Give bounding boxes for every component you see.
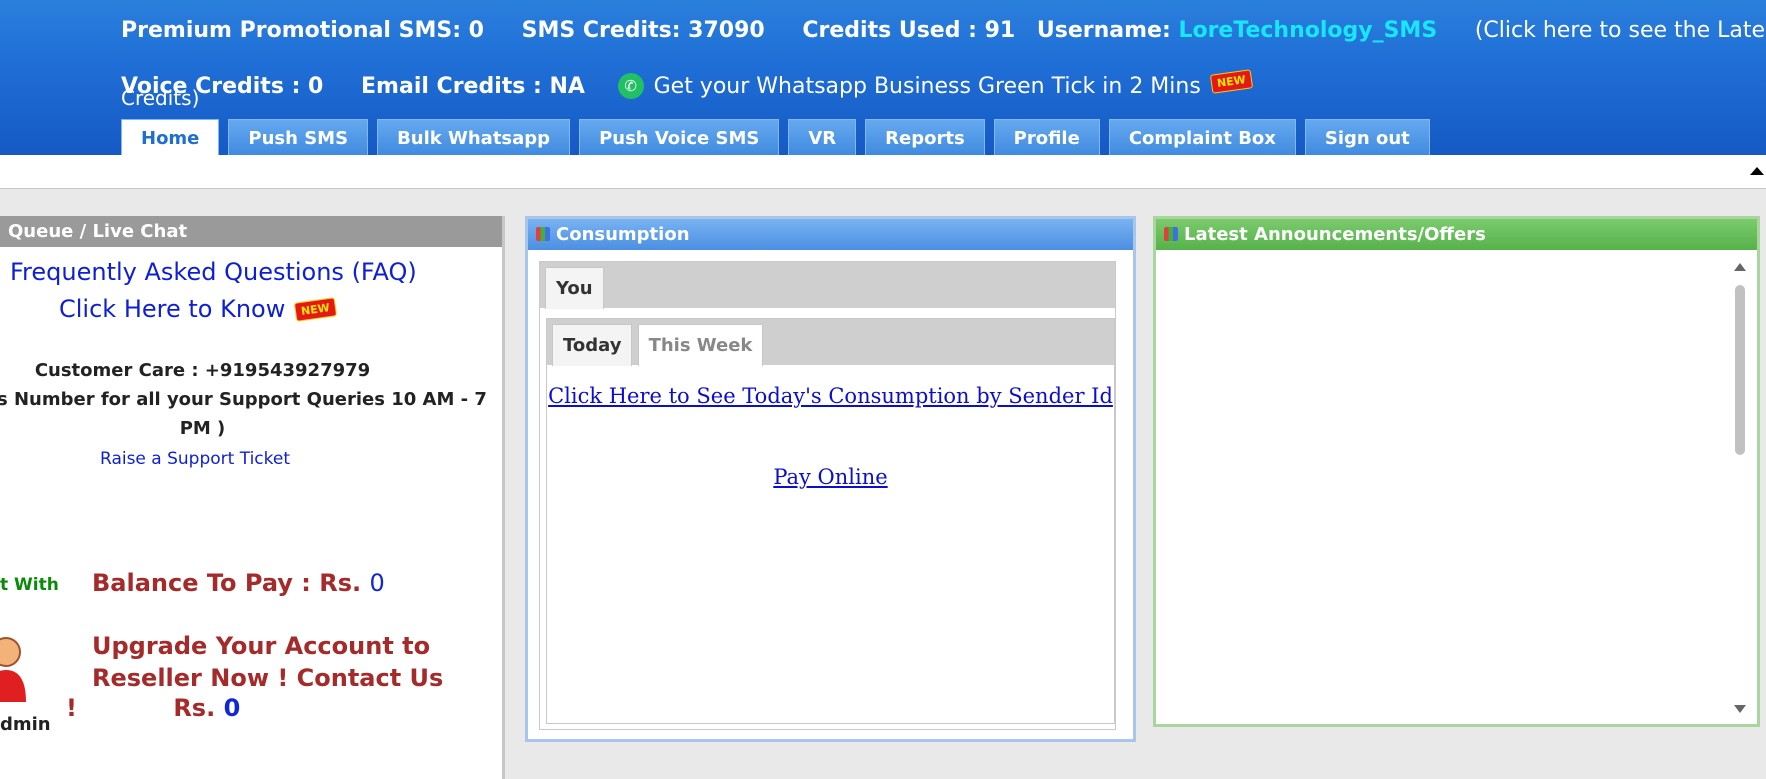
sms-credits: SMS Credits: 37090	[521, 18, 765, 43]
balance-to-pay: Balance To Pay : Rs. 0	[92, 569, 385, 597]
grid-icon	[536, 227, 550, 241]
pay-online-link[interactable]: Pay Online	[547, 465, 1114, 489]
announcements-panel: Latest Announcements/Offers	[1153, 216, 1760, 727]
consumption-panel: Consumption You Today This Week Click He…	[525, 216, 1136, 742]
tab-you[interactable]: You	[545, 267, 604, 309]
voice-credits: Voice Credits : 0	[121, 74, 324, 99]
live-chat-panel-title: Queue / Live Chat	[0, 216, 502, 247]
tab-complaint-box[interactable]: Complaint Box	[1108, 119, 1296, 156]
grid-icon	[1164, 227, 1178, 241]
admin-avatar-icon	[0, 637, 26, 702]
upgrade-reseller: Upgrade Your Account to Reseller Now ! C…	[66, 630, 456, 692]
balance-value: 0	[369, 569, 385, 597]
tab-this-week[interactable]: This Week	[637, 324, 764, 366]
tab-profile[interactable]: Profile	[993, 119, 1100, 156]
tab-vr[interactable]: VR	[788, 119, 857, 156]
credits-used: Credits Used : 91	[802, 18, 1016, 43]
upgrade-exclaim: !	[66, 694, 77, 722]
whatsapp-promo-link[interactable]: Get your Whatsapp Business Green Tick in…	[654, 74, 1201, 99]
know-link[interactable]: Click Here to Know NEW	[59, 295, 338, 323]
consumption-title-text: Consumption	[556, 224, 690, 245]
tab-today[interactable]: Today	[552, 324, 633, 366]
tab-push-sms[interactable]: Push SMS	[228, 119, 369, 156]
inner-tabbar: Today This Week	[547, 319, 1114, 366]
top-header: Premium Promotional SMS: 0 SMS Credits: …	[0, 0, 1766, 156]
credits-bar: Premium Promotional SMS: 0 SMS Credits: …	[121, 18, 1766, 43]
admin-label: dmin	[0, 714, 51, 735]
chat-with-link[interactable]: t With	[0, 575, 59, 595]
live-chat-panel: Queue / Live Chat Frequently Asked Quest…	[0, 216, 505, 779]
consumption-by-sender-link[interactable]: Click Here to See Today's Consumption by…	[547, 384, 1114, 408]
raise-ticket-link[interactable]: Raise a Support Ticket	[100, 449, 290, 469]
customer-care: Customer Care : +919543927979	[34, 360, 371, 381]
consumption-inner-tabs: Today This Week Click Here to See Today'…	[546, 318, 1115, 724]
faq-link[interactable]: Frequently Asked Questions (FAQ)	[10, 258, 417, 286]
main-nav: Home Push SMS Bulk Whatsapp Push Voice S…	[121, 119, 1430, 156]
scroll-up-icon[interactable]	[1734, 263, 1746, 271]
know-link-label[interactable]: Click Here to Know	[59, 295, 285, 323]
support-text-2: PM )	[179, 418, 226, 439]
balance-label: Balance To Pay : Rs.	[92, 569, 362, 597]
upgrade-text: Upgrade Your Account to Reseller Now ! C…	[92, 632, 444, 692]
new-badge-icon: NEW	[294, 297, 338, 322]
announcements-panel-title: Latest Announcements/Offers	[1156, 219, 1757, 250]
latest-credits-link[interactable]: (Click here to see the Latest	[1475, 18, 1766, 43]
announcements-title-text: Latest Announcements/Offers	[1184, 224, 1486, 245]
tab-push-voice-sms[interactable]: Push Voice SMS	[579, 119, 780, 156]
caret-up-icon[interactable]	[1750, 167, 1764, 175]
outer-tabbar: You	[540, 262, 1115, 309]
premium-sms-count: Premium Promotional SMS: 0	[121, 18, 484, 43]
tab-sign-out[interactable]: Sign out	[1304, 119, 1430, 156]
announcements-scrollbar[interactable]	[1732, 263, 1748, 713]
credits-bar-2: Voice Credits : 0 Email Credits : NA ✆ Ge…	[121, 69, 1253, 99]
scroll-thumb[interactable]	[1735, 285, 1745, 455]
username-label: Username:	[1036, 18, 1171, 43]
tab-home[interactable]: Home	[121, 119, 220, 156]
tab-reports[interactable]: Reports	[865, 119, 985, 156]
upgrade-price: ! Rs. 0	[66, 694, 240, 722]
upgrade-rs: Rs.	[173, 694, 216, 722]
new-badge-icon: NEW	[1209, 69, 1253, 94]
upgrade-value: 0	[223, 694, 241, 722]
whatsapp-icon[interactable]: ✆	[617, 73, 644, 99]
consumption-panel-title: Consumption	[528, 219, 1133, 250]
consumption-tabs: You Today This Week Click Here to See To…	[539, 261, 1116, 730]
email-credits: Email Credits : NA	[361, 74, 585, 99]
username[interactable]: LoreTechnology_SMS	[1178, 18, 1437, 43]
support-text-1: s Number for all your Support Queries 10…	[0, 389, 487, 410]
tab-bulk-whatsapp[interactable]: Bulk Whatsapp	[377, 119, 571, 156]
sub-strip	[0, 155, 1766, 189]
scroll-down-icon[interactable]	[1734, 705, 1746, 713]
